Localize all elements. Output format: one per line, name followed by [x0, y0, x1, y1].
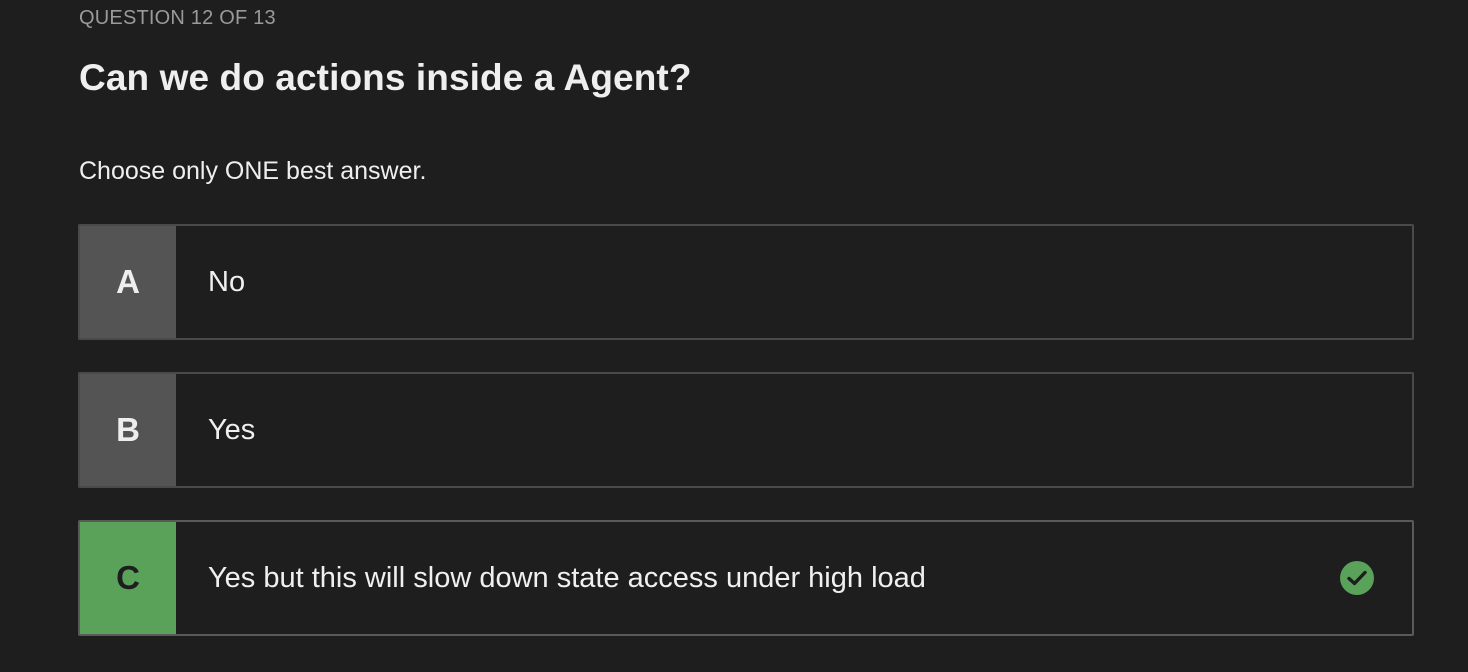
check-circle-icon [1340, 561, 1374, 595]
answer-instructions: Choose only ONE best answer. [79, 157, 427, 185]
option-text-c: Yes but this will slow down state access… [208, 561, 926, 594]
answer-option-c[interactable]: C Yes but this will slow down state acce… [78, 520, 1414, 636]
option-text-b: Yes [208, 413, 256, 446]
quiz-question-panel: QUESTION 12 OF 13 Can we do actions insi… [0, 0, 1468, 672]
question-title: Can we do actions inside a Agent? [79, 57, 692, 98]
option-text-a: No [208, 265, 246, 298]
option-letter-b: B [80, 374, 176, 486]
option-letter-a: A [80, 226, 176, 338]
answer-option-b[interactable]: B Yes [78, 372, 1414, 488]
question-counter: QUESTION 12 OF 13 [79, 7, 276, 29]
answer-option-a[interactable]: A No [78, 224, 1414, 340]
option-letter-c: C [80, 522, 176, 634]
